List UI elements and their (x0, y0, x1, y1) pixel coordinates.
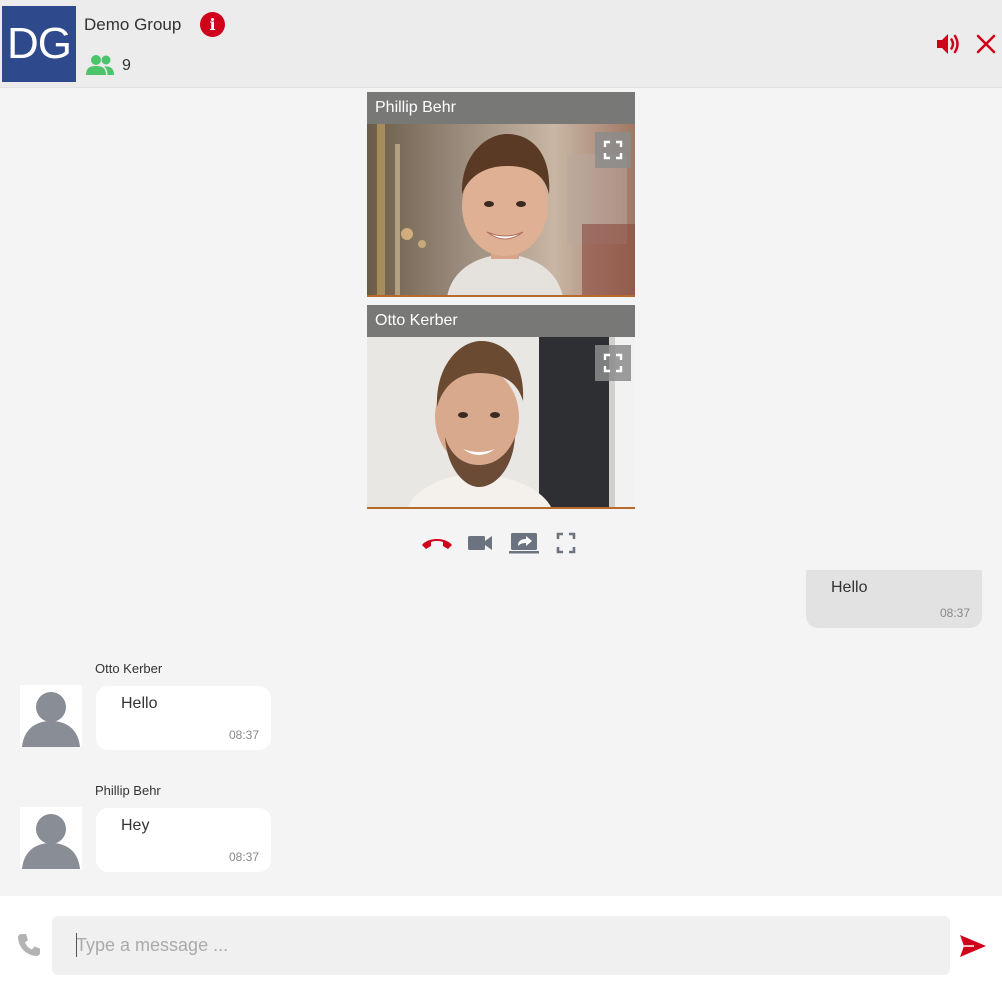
send-icon[interactable] (958, 933, 988, 959)
close-icon[interactable] (974, 32, 998, 56)
message-sender-name: Otto Kerber (95, 661, 163, 676)
message-sender-name: Phillip Behr (95, 783, 161, 798)
screen-share-icon[interactable] (508, 530, 540, 556)
message-text: Hey (121, 817, 150, 834)
group-name[interactable]: Demo Group (84, 15, 181, 35)
video-tile-otto-kerber[interactable]: Otto Kerber (367, 305, 635, 509)
incoming-message-bubble[interactable]: Hello 08:37 (96, 686, 271, 750)
user-avatar-icon[interactable] (20, 685, 82, 747)
message-time: 08:37 (228, 728, 259, 742)
expand-video-button[interactable] (595, 132, 631, 168)
chat-window: DG Demo Group i 9 Phillip Behr Otto Kerb… (0, 0, 1002, 984)
message-time: 08:37 (228, 850, 259, 864)
video-participant-name: Phillip Behr (367, 92, 635, 124)
group-icon[interactable] (85, 54, 115, 76)
group-avatar[interactable]: DG (2, 6, 76, 82)
message-text: Hello (831, 579, 868, 596)
message-time: 08:37 (939, 606, 970, 620)
video-tile-phillip-behr[interactable]: Phillip Behr (367, 92, 635, 297)
message-text: Hello (121, 695, 158, 712)
fullscreen-icon[interactable] (554, 530, 578, 556)
user-avatar-icon[interactable] (20, 807, 82, 869)
text-caret (76, 933, 77, 957)
volume-icon[interactable] (934, 30, 962, 58)
info-icon[interactable]: i (200, 12, 225, 37)
call-controls (420, 530, 580, 556)
message-input[interactable] (52, 916, 950, 975)
camera-icon[interactable] (466, 530, 494, 556)
video-participant-name: Otto Kerber (367, 305, 635, 337)
incoming-message-bubble[interactable]: Hey 08:37 (96, 808, 271, 872)
message-composer (0, 896, 1002, 984)
hang-up-icon[interactable] (420, 530, 454, 556)
own-message-bubble[interactable]: Hello 08:37 (806, 570, 982, 628)
chat-header: DG Demo Group i 9 (0, 0, 1002, 88)
phone-icon[interactable] (16, 932, 42, 958)
member-count[interactable]: 9 (122, 57, 131, 75)
expand-video-button[interactable] (595, 345, 631, 381)
